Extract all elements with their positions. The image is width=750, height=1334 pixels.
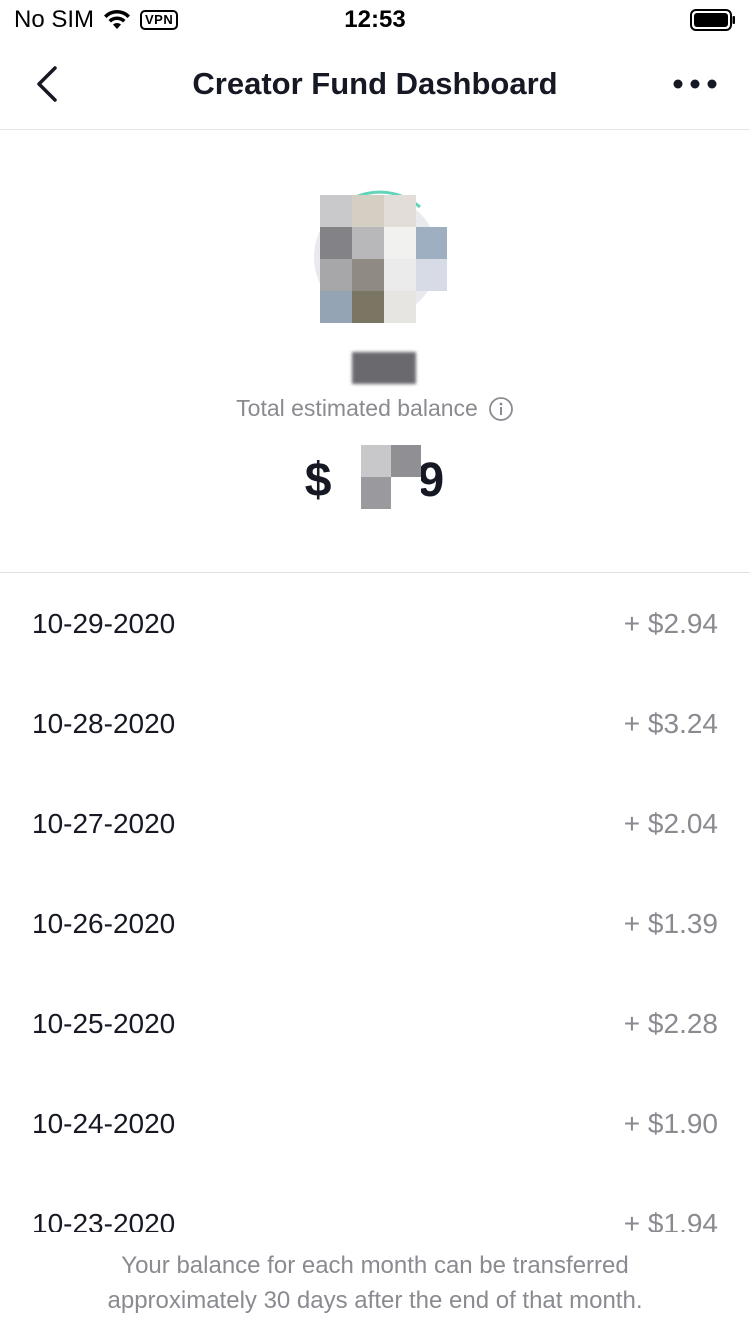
balance-amount: $ 1 9: [305, 445, 445, 509]
status-time: 12:53: [344, 6, 406, 33]
info-icon[interactable]: [488, 396, 514, 422]
item-date: 10-28-2020: [32, 708, 176, 739]
balance-label: Total estimated balance: [236, 395, 478, 421]
item-date: 10-23-2020: [32, 1208, 176, 1232]
battery-icon: [690, 9, 735, 31]
balance-row: $ 1 9: [0, 445, 750, 509]
status-bar: No SIM VPN 12:53: [0, 0, 750, 40]
balance-redaction: [344, 445, 421, 509]
nav-bar: Creator Fund Dashboard: [0, 40, 750, 130]
list-item: 10-24-2020 + $1.90: [0, 1074, 750, 1174]
list-item: 10-26-2020 + $1.39: [0, 874, 750, 974]
list-item: 10-29-2020 + $2.94: [0, 574, 750, 674]
item-date: 10-24-2020: [32, 1108, 176, 1139]
list-item: 10-28-2020 + $3.24: [0, 674, 750, 774]
item-date: 10-25-2020: [32, 1008, 176, 1039]
item-date: 10-29-2020: [32, 608, 176, 639]
more-dots-icon[interactable]: [670, 70, 720, 98]
item-date: 10-26-2020: [32, 908, 176, 939]
item-amount: + $2.28: [623, 1008, 718, 1039]
footer-note: Your balance for each month can be trans…: [60, 1248, 690, 1318]
item-amount: + $2.04: [623, 808, 718, 839]
item-amount: + $1.39: [623, 908, 718, 939]
balance-label-row: Total estimated balance: [0, 395, 750, 422]
item-amount: + $3.24: [623, 708, 718, 739]
item-amount: + $2.94: [623, 608, 718, 639]
item-amount: + $1.94: [623, 1208, 718, 1232]
avatar: [314, 190, 447, 323]
username-redacted: [352, 352, 416, 384]
page-title: Creator Fund Dashboard: [192, 66, 558, 101]
earnings-list[interactable]: 10-29-2020 + $2.94 10-28-2020 + $3.24 10…: [0, 574, 750, 1232]
list-item: 10-25-2020 + $2.28: [0, 974, 750, 1074]
item-amount: + $1.90: [623, 1108, 718, 1139]
list-item: 10-27-2020 + $2.04: [0, 774, 750, 874]
list-item: 10-23-2020 + $1.94: [0, 1174, 750, 1232]
item-date: 10-27-2020: [32, 808, 176, 839]
profile-header: Total estimated balance $ 1 9: [0, 131, 750, 573]
